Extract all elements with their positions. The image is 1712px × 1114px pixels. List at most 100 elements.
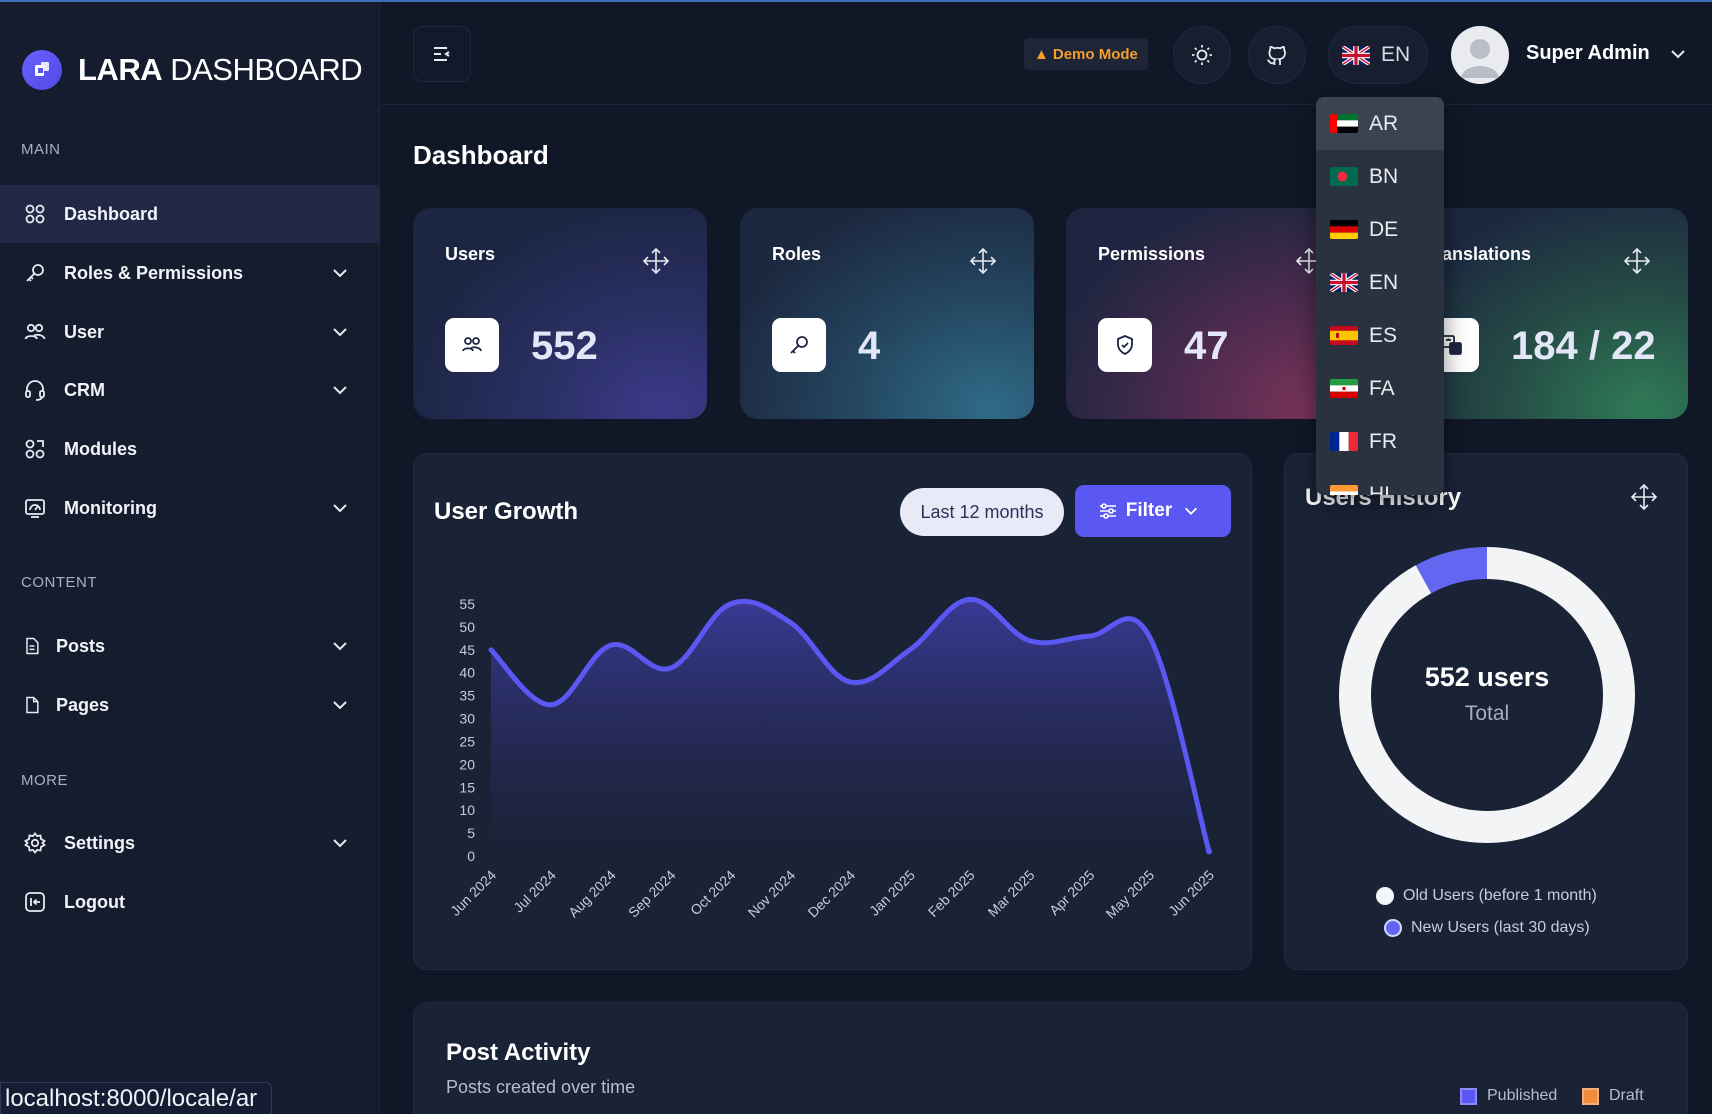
- github-icon: [1267, 46, 1286, 65]
- y-tick-label: 35: [459, 688, 475, 704]
- sidebar-item-settings[interactable]: Settings: [0, 814, 380, 872]
- language-option-hi[interactable]: HI: [1316, 468, 1444, 495]
- app-logo[interactable]: LARA DASHBOARD: [22, 50, 363, 90]
- period-selector-button[interactable]: Last 12 months: [900, 488, 1064, 536]
- document-icon: [22, 633, 42, 659]
- menu-icon: [434, 47, 450, 61]
- language-option-fr[interactable]: FR: [1316, 415, 1444, 468]
- filter-button[interactable]: Filter: [1075, 485, 1231, 537]
- language-dropdown-menu: AR BN DE EN ES FA FR HI: [1316, 97, 1444, 495]
- legend-label: Old Users (before 1 month): [1403, 887, 1597, 904]
- x-tick-label: May 2025: [1102, 867, 1157, 922]
- headset-icon: [22, 377, 48, 403]
- sidebar-item-pages[interactable]: Pages: [0, 676, 380, 734]
- chevron-down-icon: [333, 504, 347, 513]
- sidebar-item-label: User: [64, 321, 105, 342]
- section-label-main: MAIN: [21, 141, 61, 158]
- language-option-de[interactable]: DE: [1316, 203, 1444, 256]
- sidebar-item-label: Roles & Permissions: [64, 262, 244, 283]
- x-tick-label: Aug 2024: [565, 867, 619, 921]
- stat-card-users[interactable]: Users 552: [413, 208, 707, 419]
- language-switcher-button[interactable]: EN: [1328, 26, 1428, 84]
- language-option-label: FA: [1369, 376, 1395, 400]
- language-option-label: BN: [1369, 164, 1399, 188]
- section-label-more: MORE: [21, 772, 68, 789]
- language-option-es[interactable]: ES: [1316, 309, 1444, 362]
- legend-published[interactable]: Published: [1460, 1087, 1557, 1105]
- legend-draft[interactable]: Draft: [1582, 1087, 1644, 1105]
- y-tick-label: 0: [467, 848, 475, 864]
- sidebar-item-user[interactable]: User: [0, 303, 380, 361]
- legend-new-users[interactable]: New Users (last 30 days): [1384, 919, 1590, 937]
- move-icon[interactable]: [641, 246, 671, 276]
- stat-label: Roles: [772, 244, 822, 264]
- x-tick-label: Jan 2025: [866, 867, 918, 919]
- monitor-icon: [22, 495, 48, 521]
- x-tick-label: Oct 2024: [687, 867, 739, 919]
- move-icon[interactable]: [968, 246, 998, 276]
- avatar[interactable]: [1451, 26, 1509, 84]
- language-option-fa[interactable]: FA: [1316, 362, 1444, 415]
- language-option-label: DE: [1369, 217, 1399, 241]
- data-point[interactable]: [1206, 848, 1212, 855]
- move-icon[interactable]: [1629, 482, 1659, 512]
- user-growth-title: User Growth: [434, 498, 579, 525]
- sun-icon: [1192, 45, 1212, 65]
- sidebar-item-logout[interactable]: Logout: [0, 873, 380, 931]
- legend-old-users[interactable]: Old Users (before 1 month): [1376, 887, 1597, 905]
- demo-mode-label: Demo Mode: [1052, 45, 1138, 63]
- chevron-down-icon: [333, 386, 347, 395]
- filter-label: Filter: [1125, 500, 1173, 521]
- sidebar-item-roles-permissions[interactable]: Roles & Permissions: [0, 244, 380, 302]
- language-option-en[interactable]: EN: [1316, 256, 1444, 309]
- sidebar-item-label: Monitoring: [64, 497, 157, 518]
- logout-icon: [22, 889, 48, 915]
- demo-mode-badge: ▲ Demo Mode: [1024, 38, 1148, 70]
- stat-value: 4: [858, 324, 881, 368]
- legend-dot-old: [1376, 887, 1394, 905]
- user-growth-chart: 0510152025303540455055 Jun 2024 Jul 2024 A…: [447, 596, 1217, 922]
- legend-label: Draft: [1609, 1087, 1644, 1104]
- stat-label: Users: [445, 244, 496, 264]
- user-name[interactable]: Super Admin: [1526, 42, 1650, 65]
- sidebar-item-modules[interactable]: Modules: [0, 420, 380, 478]
- sidebar: LARA DASHBOARD MAIN Dashboard Roles & Pe…: [0, 2, 380, 1114]
- shield-icon: [1098, 318, 1152, 372]
- language-option-bn[interactable]: BN: [1316, 150, 1444, 203]
- language-option-label: ES: [1369, 323, 1398, 347]
- iran-flag-icon: [1330, 379, 1358, 398]
- x-tick-label: Sep 2024: [625, 867, 679, 921]
- y-tick-label: 40: [459, 665, 475, 681]
- sidebar-item-posts[interactable]: Posts: [0, 617, 380, 675]
- theme-toggle-button[interactable]: [1173, 26, 1231, 84]
- users-icon: [445, 318, 499, 372]
- sidebar-item-crm[interactable]: CRM: [0, 361, 380, 419]
- sidebar-item-label: Settings: [64, 832, 136, 853]
- chevron-down-icon[interactable]: [1668, 44, 1688, 64]
- y-tick-label: 25: [459, 733, 475, 749]
- stat-value: 47: [1184, 324, 1229, 368]
- chevron-down-icon: [333, 328, 347, 337]
- chevron-down-icon: [1185, 507, 1198, 515]
- y-tick-label: 20: [459, 756, 475, 772]
- donut-slice-old-users[interactable]: [1339, 547, 1635, 843]
- language-option-label: FR: [1369, 429, 1397, 453]
- x-tick-label: Dec 2024: [804, 867, 858, 921]
- sidebar-toggle-button[interactable]: [413, 26, 471, 82]
- github-button[interactable]: [1248, 26, 1306, 84]
- sidebar-item-monitoring[interactable]: Monitoring: [0, 479, 380, 537]
- uae-flag-icon: [1330, 114, 1358, 133]
- language-option-label: EN: [1369, 270, 1399, 294]
- key-icon: [22, 260, 48, 286]
- language-option-ar[interactable]: AR: [1316, 97, 1444, 150]
- stat-card-roles[interactable]: Roles 4: [740, 208, 1034, 419]
- sidebar-item-label: CRM: [64, 379, 105, 400]
- sidebar-item-label: Logout: [64, 891, 125, 912]
- bangladesh-flag-icon: [1330, 167, 1358, 186]
- sidebar-item-dashboard[interactable]: Dashboard: [0, 185, 380, 243]
- move-icon[interactable]: [1622, 246, 1652, 276]
- x-tick-label: Feb 2025: [925, 867, 978, 920]
- spain-flag-icon: [1330, 326, 1358, 345]
- section-label-content: CONTENT: [21, 574, 97, 591]
- sidebar-item-label: Pages: [56, 694, 110, 715]
